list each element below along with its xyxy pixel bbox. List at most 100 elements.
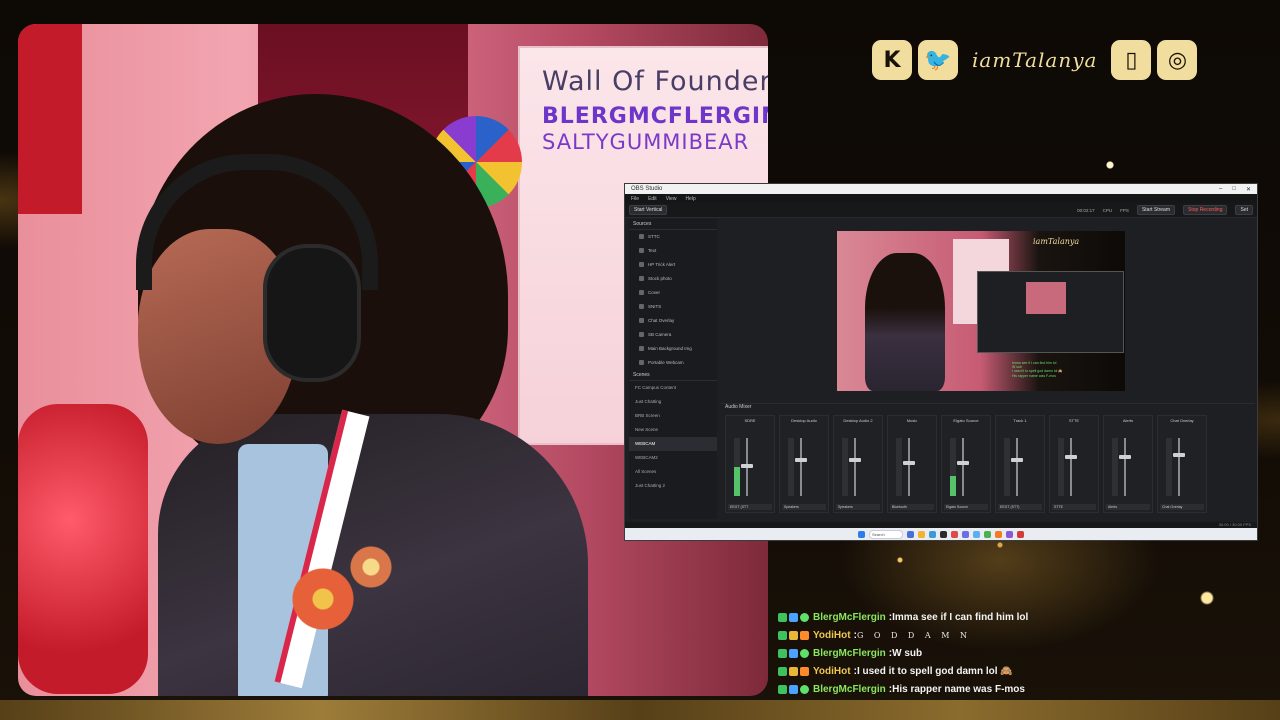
scene-item-active[interactable]: WEBCAM — [629, 437, 717, 451]
source-item[interactable]: Stock photo — [629, 272, 717, 286]
red-wall-panel — [18, 24, 82, 214]
menu-edit[interactable]: Edit — [648, 196, 657, 202]
channel-device[interactable]: Speakers — [782, 504, 826, 510]
taskbar-app-icon[interactable] — [907, 530, 914, 538]
channel-device[interactable]: STTE — [1052, 504, 1096, 510]
obs-titlebar[interactable]: OBS Studio – □ ✕ — [625, 184, 1257, 194]
folder-icon[interactable] — [918, 530, 925, 538]
source-item[interactable]: SB Camera — [629, 328, 717, 342]
jacket-flower — [288, 564, 358, 634]
source-item[interactable]: Cover — [629, 286, 717, 300]
preview-chat-line: His rapper name was F-mos — [1012, 373, 1056, 378]
channel-device[interactable]: EEGT (STT) — [998, 504, 1042, 510]
channel-device[interactable]: EEGT (STT — [728, 504, 772, 510]
source-item[interactable]: Chat Overlay — [629, 314, 717, 328]
channel-device[interactable]: Elgato Source — [944, 504, 988, 510]
discord-icon[interactable] — [962, 530, 969, 538]
source-item[interactable]: Main Background Img — [629, 342, 717, 356]
fader-knob[interactable] — [741, 464, 753, 469]
source-item[interactable]: STTC — [629, 230, 717, 244]
scene-item[interactable]: Just Chatting 2 — [629, 479, 717, 493]
mixer-channel: Desktop Audio 2 Speakers — [833, 415, 883, 513]
twitch-icon: ▯ — [1111, 40, 1152, 80]
chat-username[interactable]: BlergMcFlergin — [813, 612, 886, 623]
taskbar-app-icon[interactable] — [995, 530, 1002, 538]
volume-meter — [1058, 438, 1064, 496]
stop-recording-button[interactable]: Stop Recording — [1183, 205, 1228, 215]
menu-help[interactable]: Help — [685, 196, 695, 202]
taskbar-app-icon[interactable] — [973, 530, 980, 538]
fader-knob[interactable] — [849, 458, 861, 463]
start-stream-button[interactable]: Start Stream — [1136, 205, 1176, 215]
taskbar-search[interactable]: Search — [869, 529, 903, 539]
chat-text: His rapper name was F-mos — [892, 683, 1025, 695]
volume-fader[interactable] — [1178, 438, 1180, 496]
channel-device[interactable]: Chat Overlay — [1160, 504, 1204, 510]
source-item-label: Text — [648, 248, 657, 253]
volume-fader[interactable] — [800, 438, 802, 496]
minimize-icon[interactable]: – — [1219, 186, 1222, 193]
source-item[interactable]: Portable Webcam — [629, 356, 717, 370]
volume-fader[interactable] — [908, 438, 910, 496]
source-item[interactable]: SNITS — [629, 300, 717, 314]
volume-fader[interactable] — [854, 438, 856, 496]
scene-item[interactable]: FC Campus Content — [629, 381, 717, 395]
volume-meter — [788, 438, 794, 496]
start-vertical-button[interactable]: Start Vertical — [629, 205, 668, 215]
volume-fader[interactable] — [1016, 438, 1018, 496]
source-item-label: Stock photo — [648, 276, 672, 281]
menu-view[interactable]: View — [666, 196, 677, 202]
close-icon[interactable]: ✕ — [1246, 186, 1251, 193]
obs-title: OBS Studio — [631, 186, 663, 192]
source-item-label: Cover — [648, 290, 661, 295]
fader-knob[interactable] — [1119, 455, 1131, 460]
preview-handle: iamTalanya — [1033, 237, 1080, 246]
channel-device[interactable]: Alerts — [1106, 504, 1150, 510]
chat-username[interactable]: BlergMcFlergin — [813, 648, 886, 659]
volume-fader[interactable] — [1124, 438, 1126, 496]
fader-knob[interactable] — [1011, 458, 1023, 463]
obs-preview[interactable]: iamTalanya Imma see if I can find him lo… — [837, 231, 1125, 391]
volume-meter — [1004, 438, 1010, 496]
taskbar-app-icon[interactable] — [1006, 530, 1013, 538]
windows-start-icon[interactable] — [858, 530, 865, 538]
volume-fader[interactable] — [1070, 438, 1072, 496]
fader-knob[interactable] — [1173, 452, 1185, 457]
source-item-label: Portable Webcam — [648, 360, 684, 365]
chat-username[interactable]: BlergMcFlergin — [813, 684, 886, 695]
badge-icon — [800, 684, 809, 694]
scene-item[interactable]: New Scene — [629, 423, 717, 437]
chat-text: W sub — [892, 647, 923, 659]
source-item[interactable]: HP Trick Alert — [629, 258, 717, 272]
scene-item[interactable]: BRB Screen — [629, 409, 717, 423]
settings-button[interactable]: Set — [1235, 205, 1253, 215]
volume-fader[interactable] — [962, 438, 964, 496]
channel-device[interactable]: Speakers — [836, 504, 880, 510]
chat-username[interactable]: YodiHot — [813, 666, 851, 677]
maximize-icon[interactable]: □ — [1232, 186, 1236, 193]
menu-file[interactable]: File — [631, 196, 639, 202]
channel-name: Music — [906, 418, 918, 423]
mixer-channel: Elgato Source Elgato Source — [941, 415, 991, 513]
obs-window[interactable]: OBS Studio – □ ✕ File Edit View Help Sta… — [624, 183, 1258, 541]
fader-knob[interactable] — [1065, 455, 1077, 460]
fader-knob[interactable] — [903, 461, 915, 466]
scene-item[interactable]: All Scenes — [629, 465, 717, 479]
source-item[interactable]: Text — [629, 244, 717, 258]
taskbar-app-icon[interactable] — [1017, 530, 1024, 538]
chat-message: BlergMcFlergin: Imma see if I can find h… — [778, 608, 1198, 626]
fader-knob[interactable] — [957, 461, 969, 466]
fader-knob[interactable] — [795, 458, 807, 463]
edge-icon[interactable] — [929, 530, 936, 538]
gold-border — [0, 700, 1280, 720]
scene-item[interactable]: Just Chatting — [629, 395, 717, 409]
source-item-label: STTC — [648, 234, 660, 239]
obs-icon[interactable] — [940, 530, 947, 538]
taskbar-app-icon[interactable] — [984, 530, 991, 538]
scene-item[interactable]: WEBCAM2 — [629, 451, 717, 465]
channel-device[interactable]: Bluetooth — [890, 504, 934, 510]
source-icon — [639, 304, 644, 309]
taskbar-app-icon[interactable] — [951, 530, 958, 538]
chat-username[interactable]: YodiHot — [813, 630, 851, 641]
whiteboard-name: BLERGMCFLERGIN — [542, 104, 768, 129]
